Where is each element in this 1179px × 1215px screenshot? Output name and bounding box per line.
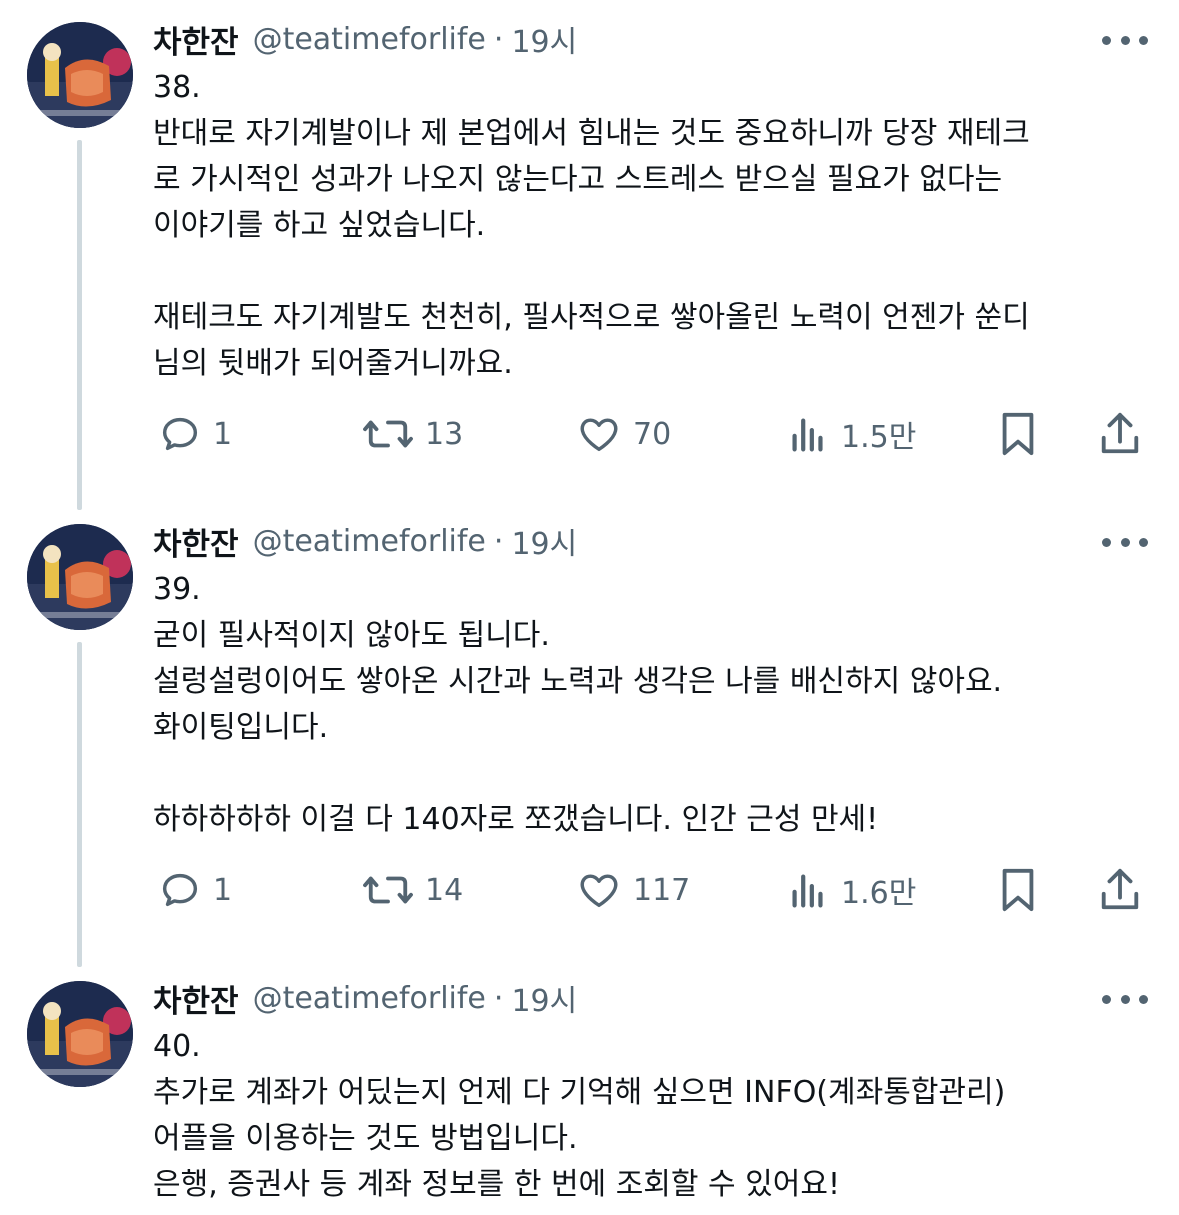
reply-button[interactable]: 1 — [157, 862, 232, 918]
tweet-text-line: 어플을 이용하는 것도 방법입니다. — [153, 1121, 578, 1156]
bookmark-button[interactable] — [995, 406, 1041, 462]
heart-icon — [580, 874, 618, 908]
tweet-text-line: 38. — [153, 70, 201, 105]
tweet-timestamp[interactable]: 19시 — [511, 17, 577, 61]
avatar[interactable] — [27, 524, 133, 630]
separator-dot: · — [493, 523, 504, 559]
tweet-actions: 1 14 117 1.6만 — [153, 862, 1153, 918]
like-button[interactable]: 70 — [575, 406, 671, 462]
share-button[interactable] — [1097, 406, 1143, 462]
view-count: 1.5만 — [841, 420, 917, 455]
tweet-actions: 1 13 70 1.5만 — [153, 406, 1153, 462]
tweet-timestamp[interactable]: 19시 — [511, 976, 577, 1020]
reply-icon — [162, 873, 198, 907]
share-button[interactable] — [1097, 862, 1143, 918]
views-button[interactable]: 1.6만 — [785, 862, 916, 918]
repost-count: 13 — [425, 416, 464, 452]
share-icon — [1101, 412, 1139, 454]
tweet-text-line: 로 가시적인 성과가 나오지 않는다고 스트레스 받으실 필요가 없다는 — [153, 162, 1003, 197]
repost-button[interactable]: 13 — [361, 406, 463, 462]
tweet-text: 38. 반대로 자기계발이나 제 본업에서 힘내는 것도 중요하니까 당장 재테… — [153, 65, 1153, 387]
more-options-button[interactable] — [1102, 532, 1148, 552]
tweet-text-line: 화이팅입니다. — [153, 710, 329, 745]
tweet-text-line: 은행, 증권사 등 계좌 정보를 한 번에 조회할 수 있어요! — [153, 1167, 840, 1202]
tweet-text-line: 님의 뒷배가 되어줄거니까요. — [153, 346, 513, 381]
views-button[interactable]: 1.5만 — [785, 406, 916, 462]
more-options-button[interactable] — [1102, 989, 1148, 1009]
user-handle[interactable]: @teatimeforlife — [253, 981, 486, 1016]
display-name[interactable]: 차한잔 — [153, 976, 239, 1021]
reply-count: 1 — [213, 416, 233, 452]
reply-count: 1 — [213, 872, 233, 908]
tweet-text: 40. 추가로 계좌가 어딨는지 언제 다 기억해 싶으면 INFO(계좌통합관… — [153, 1024, 1153, 1208]
tweet-text-line: 40. — [153, 1029, 201, 1064]
like-count: 117 — [633, 872, 691, 908]
thread-line-1 — [77, 140, 82, 510]
share-icon — [1101, 868, 1139, 910]
tweet-header: 차한잔 @teatimeforlife · 19시 — [153, 16, 577, 62]
tweet-text-line: 이야기를 하고 싶었습니다. — [153, 208, 486, 243]
repost-icon — [363, 420, 413, 448]
tweet-text: 39. 굳이 필사적이지 않아도 됩니다. 설렁설렁이어도 쌓아온 시간과 노력… — [153, 567, 1153, 843]
tweet-text-line: 설렁설렁이어도 쌓아온 시간과 노력과 생각은 나를 배신하지 않아요. — [153, 664, 1003, 699]
more-options-button[interactable] — [1102, 30, 1148, 50]
reply-button[interactable]: 1 — [157, 406, 232, 462]
separator-dot: · — [493, 21, 504, 57]
avatar[interactable] — [27, 22, 133, 128]
more-icon — [1102, 35, 1111, 45]
tweet-text-line: 추가로 계좌가 어딨는지 언제 다 기억해 싶으면 INFO(계좌통합관리) — [153, 1075, 1006, 1110]
tweet-header: 차한잔 @teatimeforlife · 19시 — [153, 975, 577, 1021]
avatar[interactable] — [27, 981, 133, 1087]
tweet-text-line: 39. — [153, 572, 201, 607]
bookmark-icon — [1002, 412, 1034, 456]
more-icon — [1102, 994, 1111, 1004]
tweet-header: 차한잔 @teatimeforlife · 19시 — [153, 518, 577, 564]
analytics-icon — [792, 418, 823, 452]
separator-dot: · — [493, 980, 504, 1016]
user-handle[interactable]: @teatimeforlife — [253, 524, 486, 559]
display-name[interactable]: 차한잔 — [153, 519, 239, 564]
view-count: 1.6만 — [841, 876, 917, 911]
tweet-text-line: 하하하하하 이걸 다 140자로 쪼갰습니다. 인간 근성 만세! — [153, 802, 879, 837]
like-button[interactable]: 117 — [575, 862, 690, 918]
like-count: 70 — [633, 416, 672, 452]
user-handle[interactable]: @teatimeforlife — [253, 22, 486, 57]
tweet-timestamp[interactable]: 19시 — [511, 519, 577, 563]
heart-icon — [580, 418, 618, 452]
display-name[interactable]: 차한잔 — [153, 17, 239, 62]
repost-count: 14 — [425, 872, 464, 908]
thread-line-2 — [77, 642, 82, 967]
bookmark-icon — [1002, 868, 1034, 912]
repost-icon — [363, 876, 413, 904]
tweet-text-line: 반대로 자기계발이나 제 본업에서 힘내는 것도 중요하니까 당장 재테크 — [153, 116, 1030, 151]
reply-icon — [162, 417, 198, 451]
analytics-icon — [792, 874, 823, 908]
bookmark-button[interactable] — [995, 862, 1041, 918]
repost-button[interactable]: 14 — [361, 862, 463, 918]
more-icon — [1102, 537, 1111, 547]
tweet-text-line: 재테크도 자기계발도 천천히, 필사적으로 쌓아올린 노력이 언젠가 쑨디 — [153, 300, 1030, 335]
tweet-text-line: 굳이 필사적이지 않아도 됩니다. — [153, 618, 550, 653]
